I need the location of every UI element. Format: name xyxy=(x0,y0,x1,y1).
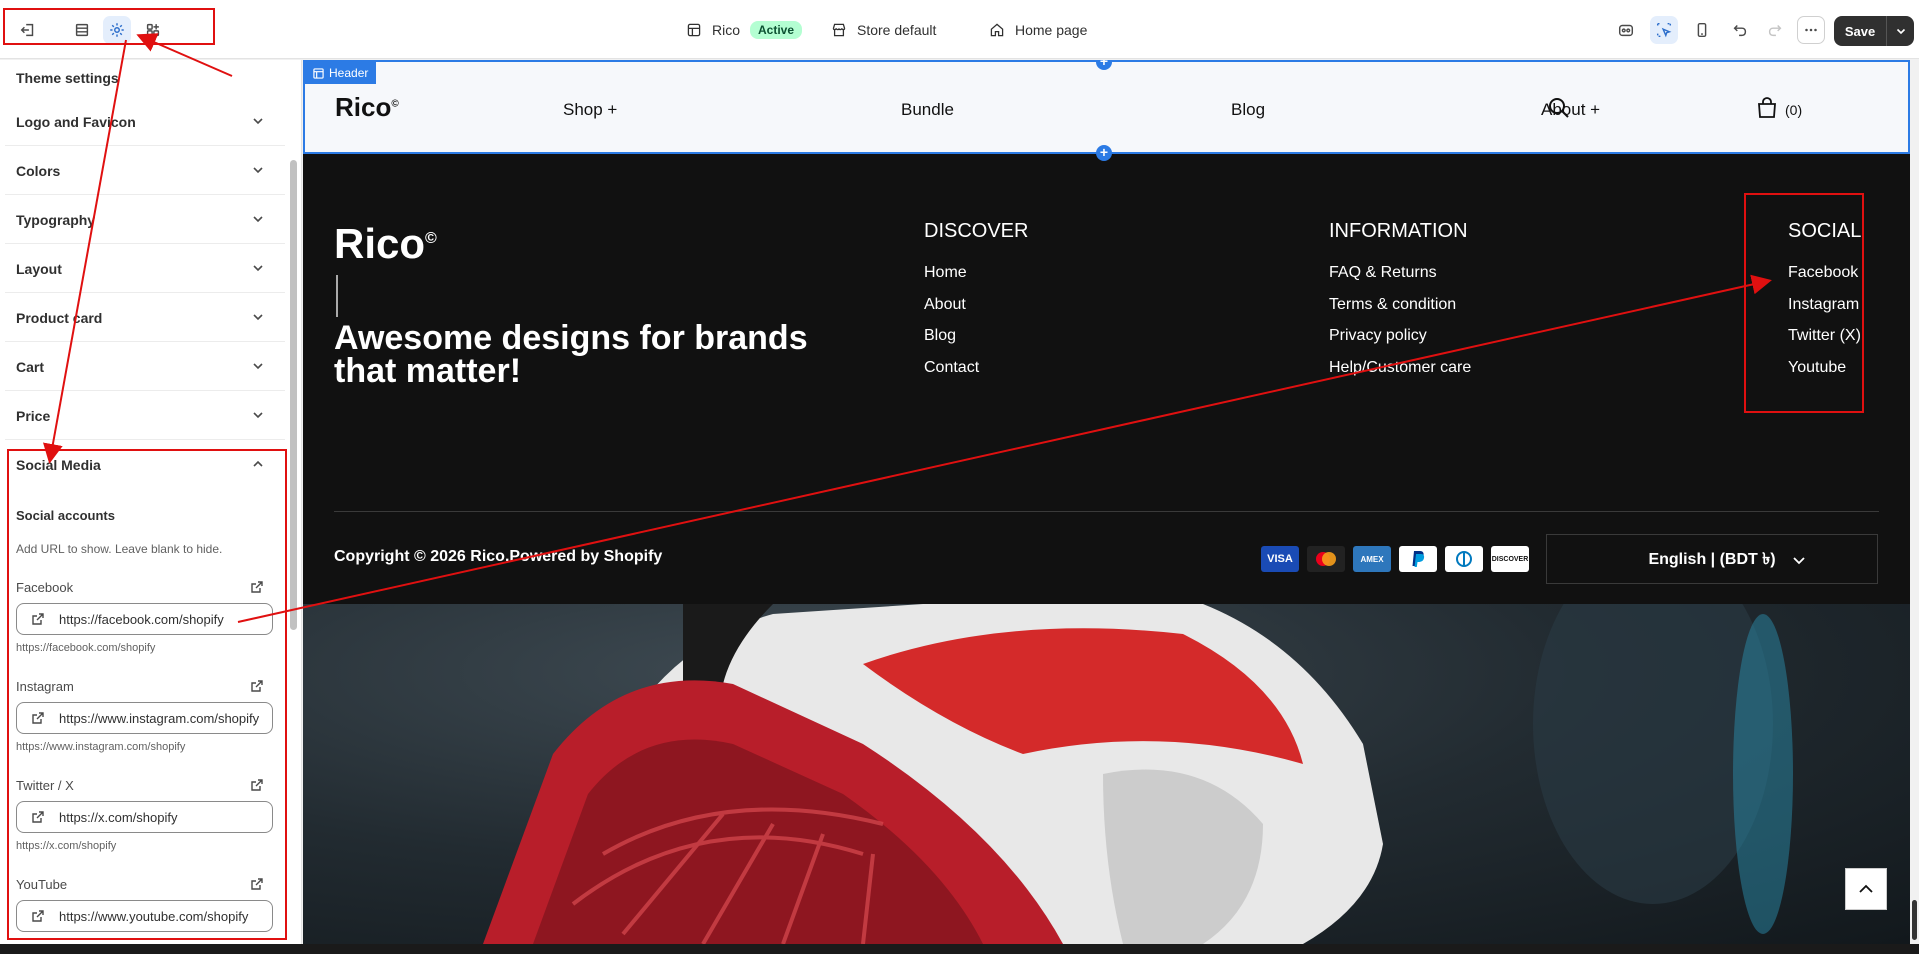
currency-language-selector[interactable]: English | (BDT ৳) xyxy=(1546,534,1878,584)
more-actions-icon[interactable] xyxy=(1797,16,1825,44)
accordion-typography[interactable]: Typography xyxy=(5,196,285,244)
chevron-down-icon xyxy=(253,363,263,370)
preview-header[interactable]: Header Rico© Shop + Bundle Blog About + … xyxy=(303,60,1910,154)
annotation-box-toolbar xyxy=(3,8,215,45)
footer-link-terms[interactable]: Terms & condition xyxy=(1329,296,1456,314)
footer-divider xyxy=(334,511,1879,512)
theme-selector[interactable]: Rico Active xyxy=(686,19,803,41)
store-logo[interactable]: Rico© xyxy=(335,92,399,123)
save-button[interactable]: Save xyxy=(1834,16,1914,46)
footer-logo-text: Rico xyxy=(334,220,426,267)
accordion-label: Cart xyxy=(16,358,45,375)
copyright-text: Copyright © 2026 Rico.Powered by Shopify xyxy=(334,548,663,565)
accordion-cart[interactable]: Cart xyxy=(5,343,285,391)
diners-payment-icon xyxy=(1445,546,1483,572)
footer-link-blog[interactable]: Blog xyxy=(924,327,956,345)
footer-link-contact[interactable]: Contact xyxy=(924,359,979,377)
footer-link-faq[interactable]: FAQ & Returns xyxy=(1329,264,1437,282)
save-button-label: Save xyxy=(1844,23,1876,39)
hero-sneaker-image xyxy=(303,604,1910,944)
editor-topbar: Rico Active Store default Home page Save xyxy=(0,0,1919,59)
accordion-logo-favicon[interactable]: Logo and Favicon xyxy=(5,98,285,146)
accordion-label: Price xyxy=(16,407,51,424)
accordion-colors[interactable]: Colors xyxy=(5,147,285,195)
storefront-preview: Header Rico© Shop + Bundle Blog About + … xyxy=(303,60,1910,944)
chevron-down-icon[interactable] xyxy=(1887,25,1914,37)
accordion-label: Colors xyxy=(16,162,61,179)
layout-icon xyxy=(687,23,701,37)
visa-payment-icon: VISA xyxy=(1261,546,1299,572)
accordion-price[interactable]: Price xyxy=(5,392,285,440)
annotation-box-footer-social xyxy=(1744,193,1864,413)
add-section-icon[interactable]: + xyxy=(1096,145,1112,161)
inspector-icon[interactable] xyxy=(1612,16,1640,44)
cart-count[interactable]: (0) xyxy=(1785,102,1802,118)
status-badge: Active xyxy=(750,21,803,39)
taskbar-strip xyxy=(0,944,1919,954)
sidebar-scroll-thumb[interactable] xyxy=(290,160,297,630)
chevron-down-icon xyxy=(253,216,263,223)
footer-link-about[interactable]: About xyxy=(924,296,966,314)
amex-payment-icon: AMEX xyxy=(1353,546,1391,572)
nav-shop[interactable]: Shop + xyxy=(563,100,617,120)
discover-payment-icon: DISCOVER xyxy=(1491,546,1529,572)
nav-blog[interactable]: Blog xyxy=(1231,100,1265,120)
text-cursor xyxy=(336,275,338,317)
page-selector[interactable]: Home page xyxy=(989,19,1087,41)
preview-scrollbar[interactable] xyxy=(1910,60,1919,944)
undo-icon[interactable] xyxy=(1726,16,1754,44)
paypal-payment-icon xyxy=(1399,546,1437,572)
nav-bundle[interactable]: Bundle xyxy=(901,100,954,120)
accordion-label: Logo and Favicon xyxy=(16,113,136,130)
header-tag-label: Header xyxy=(329,66,369,80)
chevron-up-icon xyxy=(1859,884,1873,893)
footer-link-home[interactable]: Home xyxy=(924,264,967,282)
chevron-down-icon xyxy=(253,314,263,321)
chevron-down-icon xyxy=(253,118,263,125)
footer-tagline: Awesome designs for brands that matter! xyxy=(334,319,808,390)
redo-icon[interactable] xyxy=(1761,16,1789,44)
back-to-top-button[interactable] xyxy=(1845,868,1887,910)
mastercard-payment-icon xyxy=(1307,546,1345,572)
accordion-label: Typography xyxy=(16,211,96,228)
footer-logo[interactable]: Rico© xyxy=(334,220,437,268)
information-heading: INFORMATION xyxy=(1329,220,1468,242)
store-context-selector[interactable]: Store default xyxy=(831,19,936,41)
accordion-label: Layout xyxy=(16,260,62,277)
section-icon xyxy=(313,67,324,79)
home-icon xyxy=(990,23,1004,37)
sidebar-scrollbar[interactable] xyxy=(289,100,297,950)
page-label: Home page xyxy=(1015,22,1088,38)
language-value: English | (BDT ৳) xyxy=(1648,550,1776,568)
accordion-layout[interactable]: Layout xyxy=(5,245,285,293)
footer-link-privacy[interactable]: Privacy policy xyxy=(1329,327,1427,345)
select-cursor-icon[interactable] xyxy=(1650,16,1678,44)
logo-text: Rico xyxy=(335,92,392,122)
preview-scroll-thumb[interactable] xyxy=(1912,900,1917,940)
chevron-down-icon xyxy=(253,265,263,272)
chevron-down-icon xyxy=(253,412,263,419)
chevron-down-icon xyxy=(1793,557,1805,565)
discover-heading: DISCOVER xyxy=(924,220,1029,242)
chevron-down-icon xyxy=(253,167,263,174)
footer-logo-mark: © xyxy=(425,230,437,247)
store-icon xyxy=(832,23,846,37)
accordion-product-card[interactable]: Product card xyxy=(5,294,285,342)
mobile-preview-icon[interactable] xyxy=(1688,16,1716,44)
theme-name: Rico xyxy=(712,22,741,38)
logo-mark: © xyxy=(391,98,399,110)
accordion-label: Product card xyxy=(16,309,103,326)
annotation-box-social-media xyxy=(7,449,287,940)
sidebar-title: Theme settings xyxy=(16,70,119,86)
search-icon[interactable] xyxy=(1547,96,1571,120)
cart-bag-icon[interactable] xyxy=(1755,96,1779,120)
footer-link-help[interactable]: Help/Customer care xyxy=(1329,359,1471,377)
header-section-tag: Header xyxy=(305,62,377,84)
store-context-label: Store default xyxy=(857,22,937,38)
